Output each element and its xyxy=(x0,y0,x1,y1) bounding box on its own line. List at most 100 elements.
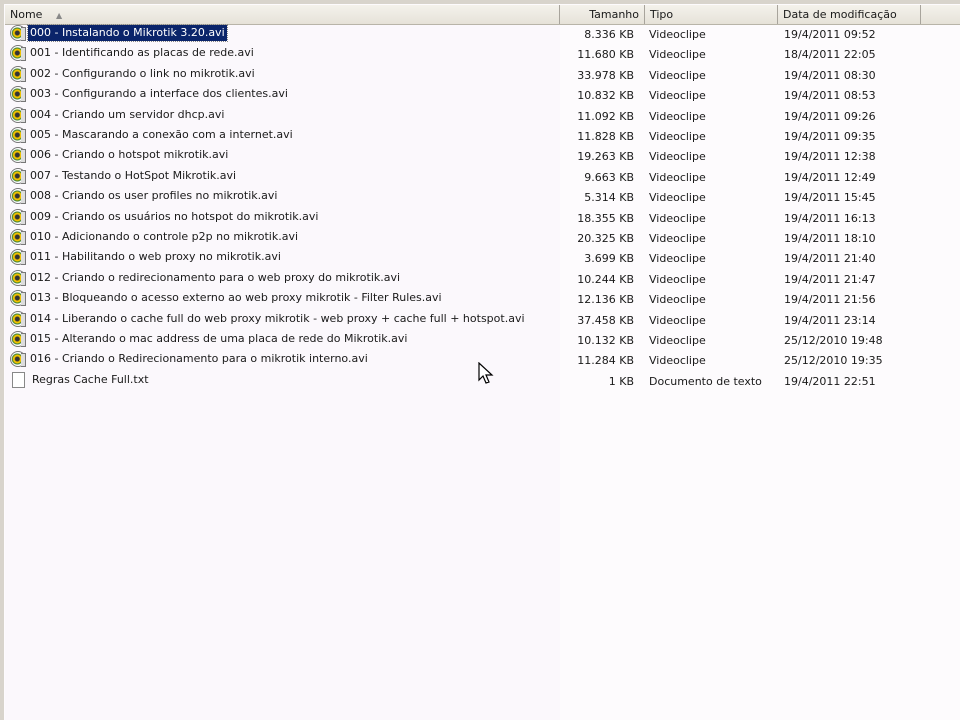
column-header-name[interactable]: Nome ▲ xyxy=(5,5,560,24)
video-icon xyxy=(10,229,26,245)
file-type: Videoclipe xyxy=(649,313,706,327)
file-name: 007 - Testando o HotSpot Mikrotik.avi xyxy=(30,168,237,182)
file-size: 33.978 KB xyxy=(577,68,634,82)
file-name: 009 - Criando os usuários no hotspot do … xyxy=(30,209,319,223)
file-size: 19.263 KB xyxy=(577,150,634,164)
file-row[interactable]: 002 - Configurando o link no mikrotik.av… xyxy=(0,65,960,86)
file-size: 10.132 KB xyxy=(577,334,634,347)
file-name-cell[interactable]: 008 - Criando os user profiles no mikrot… xyxy=(10,188,279,205)
file-name-cell[interactable]: 015 - Alterando o mac address de uma pla… xyxy=(10,331,409,347)
file-date: 19/4/2011 12:49 xyxy=(784,170,876,184)
file-name: 010 - Adicionando o controle p2p no mikr… xyxy=(30,230,299,243)
file-type: Videoclipe xyxy=(649,109,706,123)
file-name: 014 - Liberando o cache full do web prox… xyxy=(30,311,525,325)
file-name-cell[interactable]: 005 - Mascarando a conexão com a interne… xyxy=(10,127,295,143)
file-name: 006 - Criando o hotspot mikrotik.avi xyxy=(30,148,229,162)
file-type: Videoclipe xyxy=(649,89,706,103)
file-type: Videoclipe xyxy=(649,211,706,225)
file-type: Videoclipe xyxy=(649,130,706,143)
file-row[interactable]: 004 - Criando um servidor dhcp.avi 11.09… xyxy=(0,106,960,127)
file-size: 10.832 KB xyxy=(577,89,634,103)
file-row[interactable]: 000 - Instalando o Mikrotik 3.20.avi 8.3… xyxy=(0,24,960,45)
file-name-cell[interactable]: 009 - Criando os usuários no hotspot do … xyxy=(10,208,320,225)
file-row[interactable]: 011 - Habilitando o web proxy no mikroti… xyxy=(0,249,960,269)
file-row[interactable]: 007 - Testando o HotSpot Mikrotik.avi 9.… xyxy=(0,167,960,188)
file-type: Videoclipe xyxy=(649,48,706,62)
sort-ascending-icon: ▲ xyxy=(55,11,63,20)
file-row[interactable]: 001 - Identificando as placas de rede.av… xyxy=(0,45,960,65)
file-type: Documento de texto xyxy=(649,374,762,388)
file-type: Videoclipe xyxy=(649,232,706,245)
column-header-size[interactable]: Tamanho xyxy=(583,5,645,24)
file-name: 000 - Instalando o Mikrotik 3.20.avi xyxy=(27,24,228,42)
video-icon xyxy=(10,86,26,103)
mouse-cursor-icon xyxy=(478,362,494,384)
file-name-cell[interactable]: 011 - Habilitando o web proxy no mikroti… xyxy=(10,249,283,266)
file-size: 12.136 KB xyxy=(577,293,634,307)
file-name: 005 - Mascarando a conexão com a interne… xyxy=(30,128,293,141)
file-type: Videoclipe xyxy=(649,150,706,164)
file-name-cell[interactable]: 010 - Adicionando o controle p2p no mikr… xyxy=(10,229,300,245)
video-icon xyxy=(10,188,26,205)
file-date: 19/4/2011 16:13 xyxy=(784,211,876,225)
file-type: Videoclipe xyxy=(649,170,706,184)
file-name: 013 - Bloqueando o acesso externo ao web… xyxy=(30,291,442,305)
file-size: 11.284 KB xyxy=(577,354,634,368)
file-row[interactable]: 010 - Adicionando o controle p2p no mikr… xyxy=(0,229,960,249)
file-size: 10.244 KB xyxy=(577,272,634,286)
file-date: 18/4/2011 22:05 xyxy=(784,48,876,62)
file-date: 19/4/2011 21:47 xyxy=(784,272,876,286)
file-row[interactable]: 006 - Criando o hotspot mikrotik.avi 19.… xyxy=(0,147,960,167)
file-type: Videoclipe xyxy=(649,68,706,82)
video-icon xyxy=(10,290,26,307)
video-icon xyxy=(10,249,26,266)
file-row[interactable]: 012 - Criando o redirecionamento para o … xyxy=(0,269,960,290)
file-name: 015 - Alterando o mac address de uma pla… xyxy=(30,332,408,345)
file-name: 004 - Criando um servidor dhcp.avi xyxy=(30,107,225,121)
video-icon xyxy=(10,351,26,368)
video-icon xyxy=(10,127,26,143)
file-size: 1 KB xyxy=(608,374,634,388)
file-name-cell[interactable]: 013 - Bloqueando o acesso externo ao web… xyxy=(10,290,444,307)
file-name-cell[interactable]: 006 - Criando o hotspot mikrotik.avi xyxy=(10,147,230,164)
file-row[interactable]: 014 - Liberando o cache full do web prox… xyxy=(0,310,960,331)
file-name: Regras Cache Full.txt xyxy=(32,372,149,386)
file-name-cell[interactable]: Regras Cache Full.txt xyxy=(10,371,151,388)
column-type-label: Tipo xyxy=(650,8,674,21)
file-name-cell[interactable]: 007 - Testando o HotSpot Mikrotik.avi xyxy=(10,167,238,184)
file-date: 25/12/2010 19:48 xyxy=(784,334,883,347)
video-icon xyxy=(10,331,26,347)
file-name-cell[interactable]: 000 - Instalando o Mikrotik 3.20.avi xyxy=(10,24,228,42)
file-name-cell[interactable]: 014 - Liberando o cache full do web prox… xyxy=(10,310,527,327)
file-name-cell[interactable]: 002 - Configurando o link no mikrotik.av… xyxy=(10,65,257,82)
file-row[interactable]: 005 - Mascarando a conexão com a interne… xyxy=(0,127,960,147)
file-row[interactable]: 015 - Alterando o mac address de uma pla… xyxy=(0,331,960,351)
file-type: Videoclipe xyxy=(649,28,706,41)
file-name-cell[interactable]: 004 - Criando um servidor dhcp.avi xyxy=(10,106,226,123)
file-row[interactable]: 008 - Criando os user profiles no mikrot… xyxy=(0,188,960,208)
column-header-date[interactable]: Data de modificação xyxy=(778,5,921,24)
text-file-icon xyxy=(12,371,25,388)
file-date: 19/4/2011 09:35 xyxy=(784,130,876,143)
column-header-empty[interactable] xyxy=(921,5,960,24)
file-size: 8.336 KB xyxy=(584,28,634,41)
column-header-type[interactable]: Tipo xyxy=(645,5,778,24)
file-row[interactable]: 009 - Criando os usuários no hotspot do … xyxy=(0,208,960,229)
file-size: 3.699 KB xyxy=(584,252,634,266)
video-icon xyxy=(10,208,26,225)
file-type: Videoclipe xyxy=(649,252,706,266)
file-name-cell[interactable]: 012 - Criando o redirecionamento para o … xyxy=(10,269,402,286)
file-name: 011 - Habilitando o web proxy no mikroti… xyxy=(30,250,281,264)
file-name-cell[interactable]: 016 - Criando o Redirecionamento para o … xyxy=(10,351,370,368)
video-icon xyxy=(10,25,26,41)
file-row[interactable]: 013 - Bloqueando o acesso externo ao web… xyxy=(0,290,960,310)
file-date: 19/4/2011 22:51 xyxy=(784,374,876,388)
video-icon xyxy=(10,269,26,286)
file-name-cell[interactable]: 003 - Configurando a interface dos clien… xyxy=(10,86,290,103)
file-name-cell[interactable]: 001 - Identificando as placas de rede.av… xyxy=(10,45,256,62)
file-size: 20.325 KB xyxy=(577,232,634,245)
file-date: 19/4/2011 12:38 xyxy=(784,150,876,164)
file-row[interactable]: 003 - Configurando a interface dos clien… xyxy=(0,86,960,106)
file-type: Videoclipe xyxy=(649,191,706,205)
column-name-label: Nome xyxy=(10,8,43,21)
